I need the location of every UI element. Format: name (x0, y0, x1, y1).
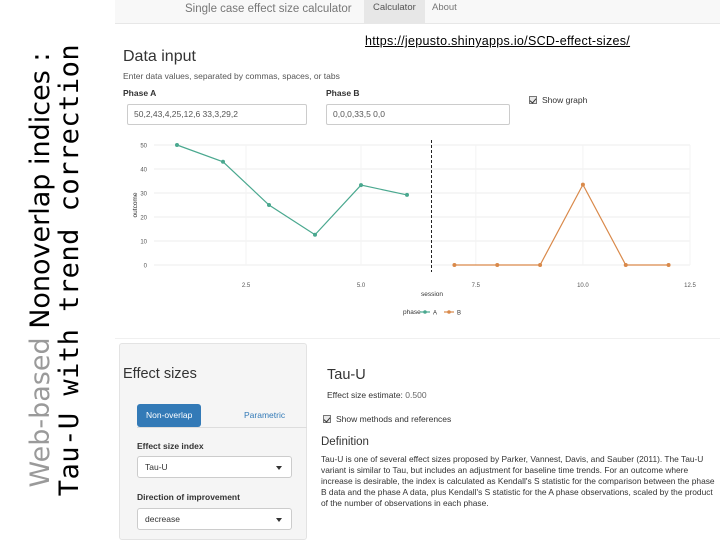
data-point (452, 263, 457, 267)
y-tick-label: 20 (140, 216, 147, 222)
estimate-label: Effect size estimate: (327, 390, 403, 400)
tab-underline (137, 427, 307, 428)
x-axis-label: session (421, 291, 443, 298)
y-tick-label: 10 (140, 240, 147, 246)
x-tick-label: 7.5 (472, 283, 481, 289)
slide-title-line1: Web-based Nonoverlap indices : (24, 0, 56, 540)
legend-entry: A (433, 311, 437, 317)
slide-title: Web-based Nonoverlap indices : Tau-U wit… (24, 0, 85, 540)
checkbox-checked-icon[interactable] (529, 96, 537, 104)
phase-a-label: Phase A (123, 88, 157, 98)
x-tick-label: 2.5 (242, 283, 251, 289)
effect-size-index-select[interactable]: Tau-U (137, 456, 292, 478)
data-point (405, 192, 409, 197)
chevron-down-icon (276, 518, 282, 522)
data-point (623, 263, 628, 267)
data-point (495, 263, 500, 267)
x-tick-label: 10.0 (577, 283, 589, 289)
definition-text: Tau-U is one of several effect sizes pro… (321, 454, 715, 508)
direction-value: decrease (145, 514, 180, 524)
data-point (313, 232, 317, 237)
y-tick-label: 40 (140, 168, 147, 174)
tab-calculator[interactable]: Calculator (364, 0, 425, 24)
navbar: Single case effect size calculator Calcu… (115, 0, 720, 24)
show-graph-label: Show graph (542, 95, 588, 105)
x-tick-label: 12.5 (684, 283, 696, 289)
y-axis-label: outcome (132, 192, 139, 217)
legend-title: phase (403, 309, 421, 316)
direction-label: Direction of improvement (137, 492, 240, 502)
y-tick-label: 0 (144, 264, 148, 270)
effect-size-index-label: Effect size index (137, 441, 204, 451)
series-line-b (454, 183, 669, 266)
legend-key-point (423, 310, 427, 314)
chevron-down-icon (276, 466, 282, 470)
result-heading: Tau-U (327, 367, 366, 383)
tab-parametric[interactable]: Parametric (235, 404, 294, 427)
data-point (666, 263, 671, 267)
data-point (580, 182, 585, 187)
slide-title-line2: Tau-U with trend correction (54, 43, 85, 497)
tab-non-overlap[interactable]: Non-overlap (137, 404, 202, 427)
series-line-a (176, 144, 408, 236)
section-divider (115, 338, 720, 339)
effect-size-estimate: Effect size estimate: 0.500 (327, 390, 427, 400)
data-point (221, 159, 225, 164)
estimate-value: 0.500 (405, 390, 427, 400)
data-point (267, 203, 271, 207)
legend-entry: B (457, 311, 461, 317)
app-screenshot: Single case effect size calculator Calcu… (115, 0, 720, 540)
legend-key-point (447, 310, 451, 314)
show-graph-checkbox[interactable]: Show graph (529, 95, 587, 105)
app-url-link[interactable]: https://jepusto.shinyapps.io/SCD-effect-… (365, 34, 630, 48)
data-point (538, 263, 543, 267)
tab-about[interactable]: About (423, 0, 466, 24)
slide-title-light: Web-based (24, 337, 56, 488)
show-methods-checkbox[interactable]: Show methods and references (323, 414, 451, 424)
data-input-help: Enter data values, separated by commas, … (123, 71, 340, 81)
phase-b-label: Phase B (326, 88, 360, 98)
slide-title-dark: Nonoverlap indices : (24, 52, 56, 338)
effect-size-index-value: Tau-U (145, 462, 168, 472)
data-point (359, 183, 363, 188)
x-tick-label: 5.0 (357, 283, 366, 289)
phase-a-input[interactable]: 50,2,43,4,25,12,6 33,3,29,2 (127, 104, 307, 125)
effect-sizes-heading: Effect sizes (123, 366, 197, 382)
data-point (175, 143, 179, 147)
slide-title-area: Web-based Nonoverlap indices : Tau-U wit… (0, 0, 110, 540)
phase-b-input[interactable]: 0,0,0,33,5 0,0 (326, 104, 510, 125)
direction-select[interactable]: decrease (137, 508, 292, 530)
checkbox-checked-icon[interactable] (323, 415, 331, 423)
y-tick-label: 30 (140, 192, 147, 198)
definition-heading: Definition (321, 436, 369, 448)
app-brand[interactable]: Single case effect size calculator (185, 3, 352, 15)
show-methods-label: Show methods and references (336, 414, 452, 424)
phase-plot: 0 10 20 30 40 50 outcome 2.5 5.0 7.5 10.0 12.5 sessi… (132, 140, 696, 317)
data-input-heading: Data input (123, 48, 196, 65)
y-tick-label: 50 (140, 144, 147, 150)
